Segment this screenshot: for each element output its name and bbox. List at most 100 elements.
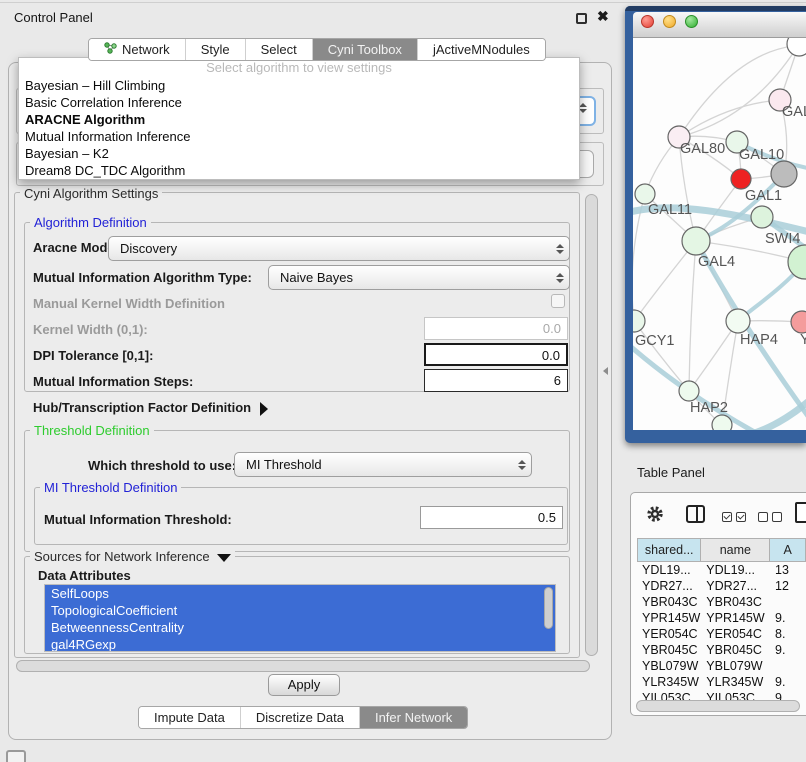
- table-row[interactable]: YER054CYER054C8.: [637, 626, 806, 642]
- which-threshold-label: Which threshold to use:: [88, 458, 236, 473]
- node-label-y: Y: [800, 332, 806, 348]
- mi-type-combobox[interactable]: Naive Bayes: [268, 265, 570, 290]
- table-cell: YDR27...: [701, 578, 770, 594]
- table-row[interactable]: YBL079WYBL079W: [637, 658, 806, 674]
- attribute-item-betweennesscentrality[interactable]: BetweennessCentrality: [45, 619, 555, 636]
- algorithm-option-aracne-algorithm[interactable]: ARACNE Algorithm: [19, 111, 579, 128]
- network-node-gcy1[interactable]: [633, 310, 645, 332]
- export-table-icon[interactable]: [795, 502, 806, 523]
- network-window-titlebar[interactable]: [633, 12, 806, 38]
- mac-minimize-icon[interactable]: [663, 15, 676, 28]
- collapsed-panel-icon[interactable]: [6, 750, 26, 762]
- network-node[interactable]: [712, 415, 732, 430]
- network-edge[interactable]: [634, 241, 696, 321]
- attribute-item-topologicalcoefficient[interactable]: TopologicalCoefficient: [45, 602, 555, 619]
- network-edge[interactable]: [679, 100, 780, 137]
- node-label-gcy1: GCY1: [635, 333, 675, 349]
- table-row[interactable]: YDR27...YDR27...12: [637, 578, 806, 594]
- deselect-all-icon[interactable]: [758, 509, 786, 527]
- table-body: YDL19...YDL19...13YDR27...YDR27...12YBR0…: [637, 562, 806, 706]
- bottom-tabbar: Impute Data Discretize Data Infer Network: [138, 706, 468, 729]
- table-horizontal-scrollbar[interactable]: [636, 700, 800, 712]
- network-node[interactable]: [771, 161, 797, 187]
- tab-style[interactable]: Style: [185, 39, 245, 60]
- data-attributes-list: SelfLoopsTopologicalCoefficientBetweenne…: [44, 584, 556, 652]
- network-node-swi4[interactable]: [751, 206, 773, 228]
- select-all-icon[interactable]: [722, 509, 750, 527]
- network-node-gal4[interactable]: [682, 227, 710, 255]
- tab-label: Cyni Toolbox: [328, 39, 402, 60]
- mac-zoom-icon[interactable]: [685, 15, 698, 28]
- kernel-width-field[interactable]: 0.0: [424, 317, 568, 340]
- algorithm-option-bayesian-k2[interactable]: Bayesian – K2: [19, 145, 579, 162]
- column-header-a[interactable]: A: [770, 538, 806, 562]
- table-row[interactable]: YPR145WYPR145W9.: [637, 610, 806, 626]
- network-graph: GALGAL80GAL10GAL1GAL11SWI4GAL4HAP4YGCY1H…: [633, 38, 806, 430]
- expand-right-icon[interactable]: [260, 402, 268, 416]
- table-cell: [770, 658, 806, 674]
- table-row[interactable]: YDL19...YDL19...13: [637, 562, 806, 578]
- network-node-y[interactable]: [791, 311, 806, 333]
- aracne-mode-combobox[interactable]: Discovery: [108, 236, 570, 261]
- network-edge[interactable]: [689, 241, 696, 391]
- panel-title: Control Panel: [14, 10, 93, 25]
- sources-group-label[interactable]: Sources for Network Inference: [30, 549, 235, 564]
- dpi-tolerance-field[interactable]: 0.0: [424, 343, 568, 366]
- tab-discretize-data[interactable]: Discretize Data: [240, 707, 359, 728]
- network-edge[interactable]: [689, 321, 738, 391]
- mac-close-icon[interactable]: [641, 15, 654, 28]
- attribute-item-gal4rgexp[interactable]: gal4RGexp: [45, 636, 555, 652]
- dpi-tolerance-label: DPI Tolerance [0,1]:: [33, 348, 153, 363]
- table-row[interactable]: YBR045CYBR045C9.: [637, 642, 806, 658]
- close-icon[interactable]: ✖: [597, 8, 609, 25]
- network-canvas[interactable]: GALGAL80GAL10GAL1GAL11SWI4GAL4HAP4YGCY1H…: [633, 38, 806, 430]
- network-node[interactable]: [788, 245, 806, 279]
- kernel-width-label: Kernel Width (0,1):: [33, 322, 148, 337]
- table-row[interactable]: YLR345WYLR345W9.: [637, 674, 806, 690]
- table-cell: YBR045C: [701, 642, 770, 658]
- network-node-hap2[interactable]: [679, 381, 699, 401]
- column-header-name[interactable]: name: [701, 538, 770, 562]
- aracne-mode-label: Aracne Mode:: [33, 240, 119, 255]
- algorithm-option-bayesian-hill-climbing[interactable]: Bayesian – Hill Climbing: [19, 77, 579, 94]
- tab-impute-data[interactable]: Impute Data: [139, 707, 240, 728]
- hub-section-label[interactable]: Hub/Transcription Factor Definition: [33, 400, 268, 416]
- node-label-swi4: SWI4: [765, 231, 800, 247]
- table-cell: YDL19...: [637, 562, 701, 578]
- apply-button[interactable]: Apply: [268, 674, 340, 696]
- tab-label: Discretize Data: [256, 707, 344, 728]
- algorithm-option-mutual-information-inference[interactable]: Mutual Information Inference: [19, 128, 579, 145]
- control-panel-tabbar: NetworkStyleSelect Cyni Toolbox jActiveMNo…: [88, 38, 546, 61]
- network-node-gal11[interactable]: [635, 184, 655, 204]
- attribute-list-scrollbar[interactable]: [544, 587, 553, 629]
- tab-jactivemnodules[interactable]: jActiveMNodules: [417, 39, 545, 60]
- float-window-icon[interactable]: [576, 13, 587, 24]
- algorithm-dropdown-popup: Select algorithm to view settings Bayesi…: [18, 57, 580, 180]
- algorithm-option-basic-correlation-inference[interactable]: Basic Correlation Inference: [19, 94, 579, 111]
- mi-steps-field[interactable]: 6: [424, 369, 568, 392]
- manual-kernel-checkbox[interactable]: [551, 294, 565, 308]
- network-node-gal1[interactable]: [731, 169, 751, 189]
- tab-network[interactable]: Network: [89, 39, 185, 60]
- tab-select[interactable]: Select: [245, 39, 312, 60]
- split-columns-icon[interactable]: [686, 505, 705, 523]
- network-node[interactable]: [787, 38, 806, 56]
- tab-cyni-toolbox[interactable]: Cyni Toolbox: [312, 39, 417, 60]
- cyni-settings-group-label: Cyni Algorithm Settings: [20, 186, 162, 201]
- collapse-down-icon[interactable]: [217, 554, 231, 562]
- attribute-item-selfloops[interactable]: SelfLoops: [45, 585, 555, 602]
- panel-resize-handle-icon[interactable]: [603, 367, 608, 375]
- network-node-hap4[interactable]: [726, 309, 750, 333]
- table-cell: YDL19...: [701, 562, 770, 578]
- algorithm-option-dream8-dc-tdc-algorithm[interactable]: Dream8 DC_TDC Algorithm: [19, 162, 579, 179]
- mi-threshold-field[interactable]: 0.5: [420, 506, 563, 529]
- settings-vertical-scrollbar[interactable]: [585, 194, 598, 656]
- application-window: Control Panel ✖ NetworkStyleSelect Cyni T…: [0, 0, 806, 762]
- gear-icon[interactable]: [645, 504, 665, 529]
- column-header-shared[interactable]: shared...: [637, 538, 701, 562]
- table-row[interactable]: YBR043CYBR043C: [637, 594, 806, 610]
- which-threshold-combobox[interactable]: MI Threshold: [234, 452, 532, 477]
- tab-infer-network[interactable]: Infer Network: [359, 707, 467, 728]
- settings-horizontal-scrollbar[interactable]: [16, 660, 590, 672]
- table-cell: YBR045C: [637, 642, 701, 658]
